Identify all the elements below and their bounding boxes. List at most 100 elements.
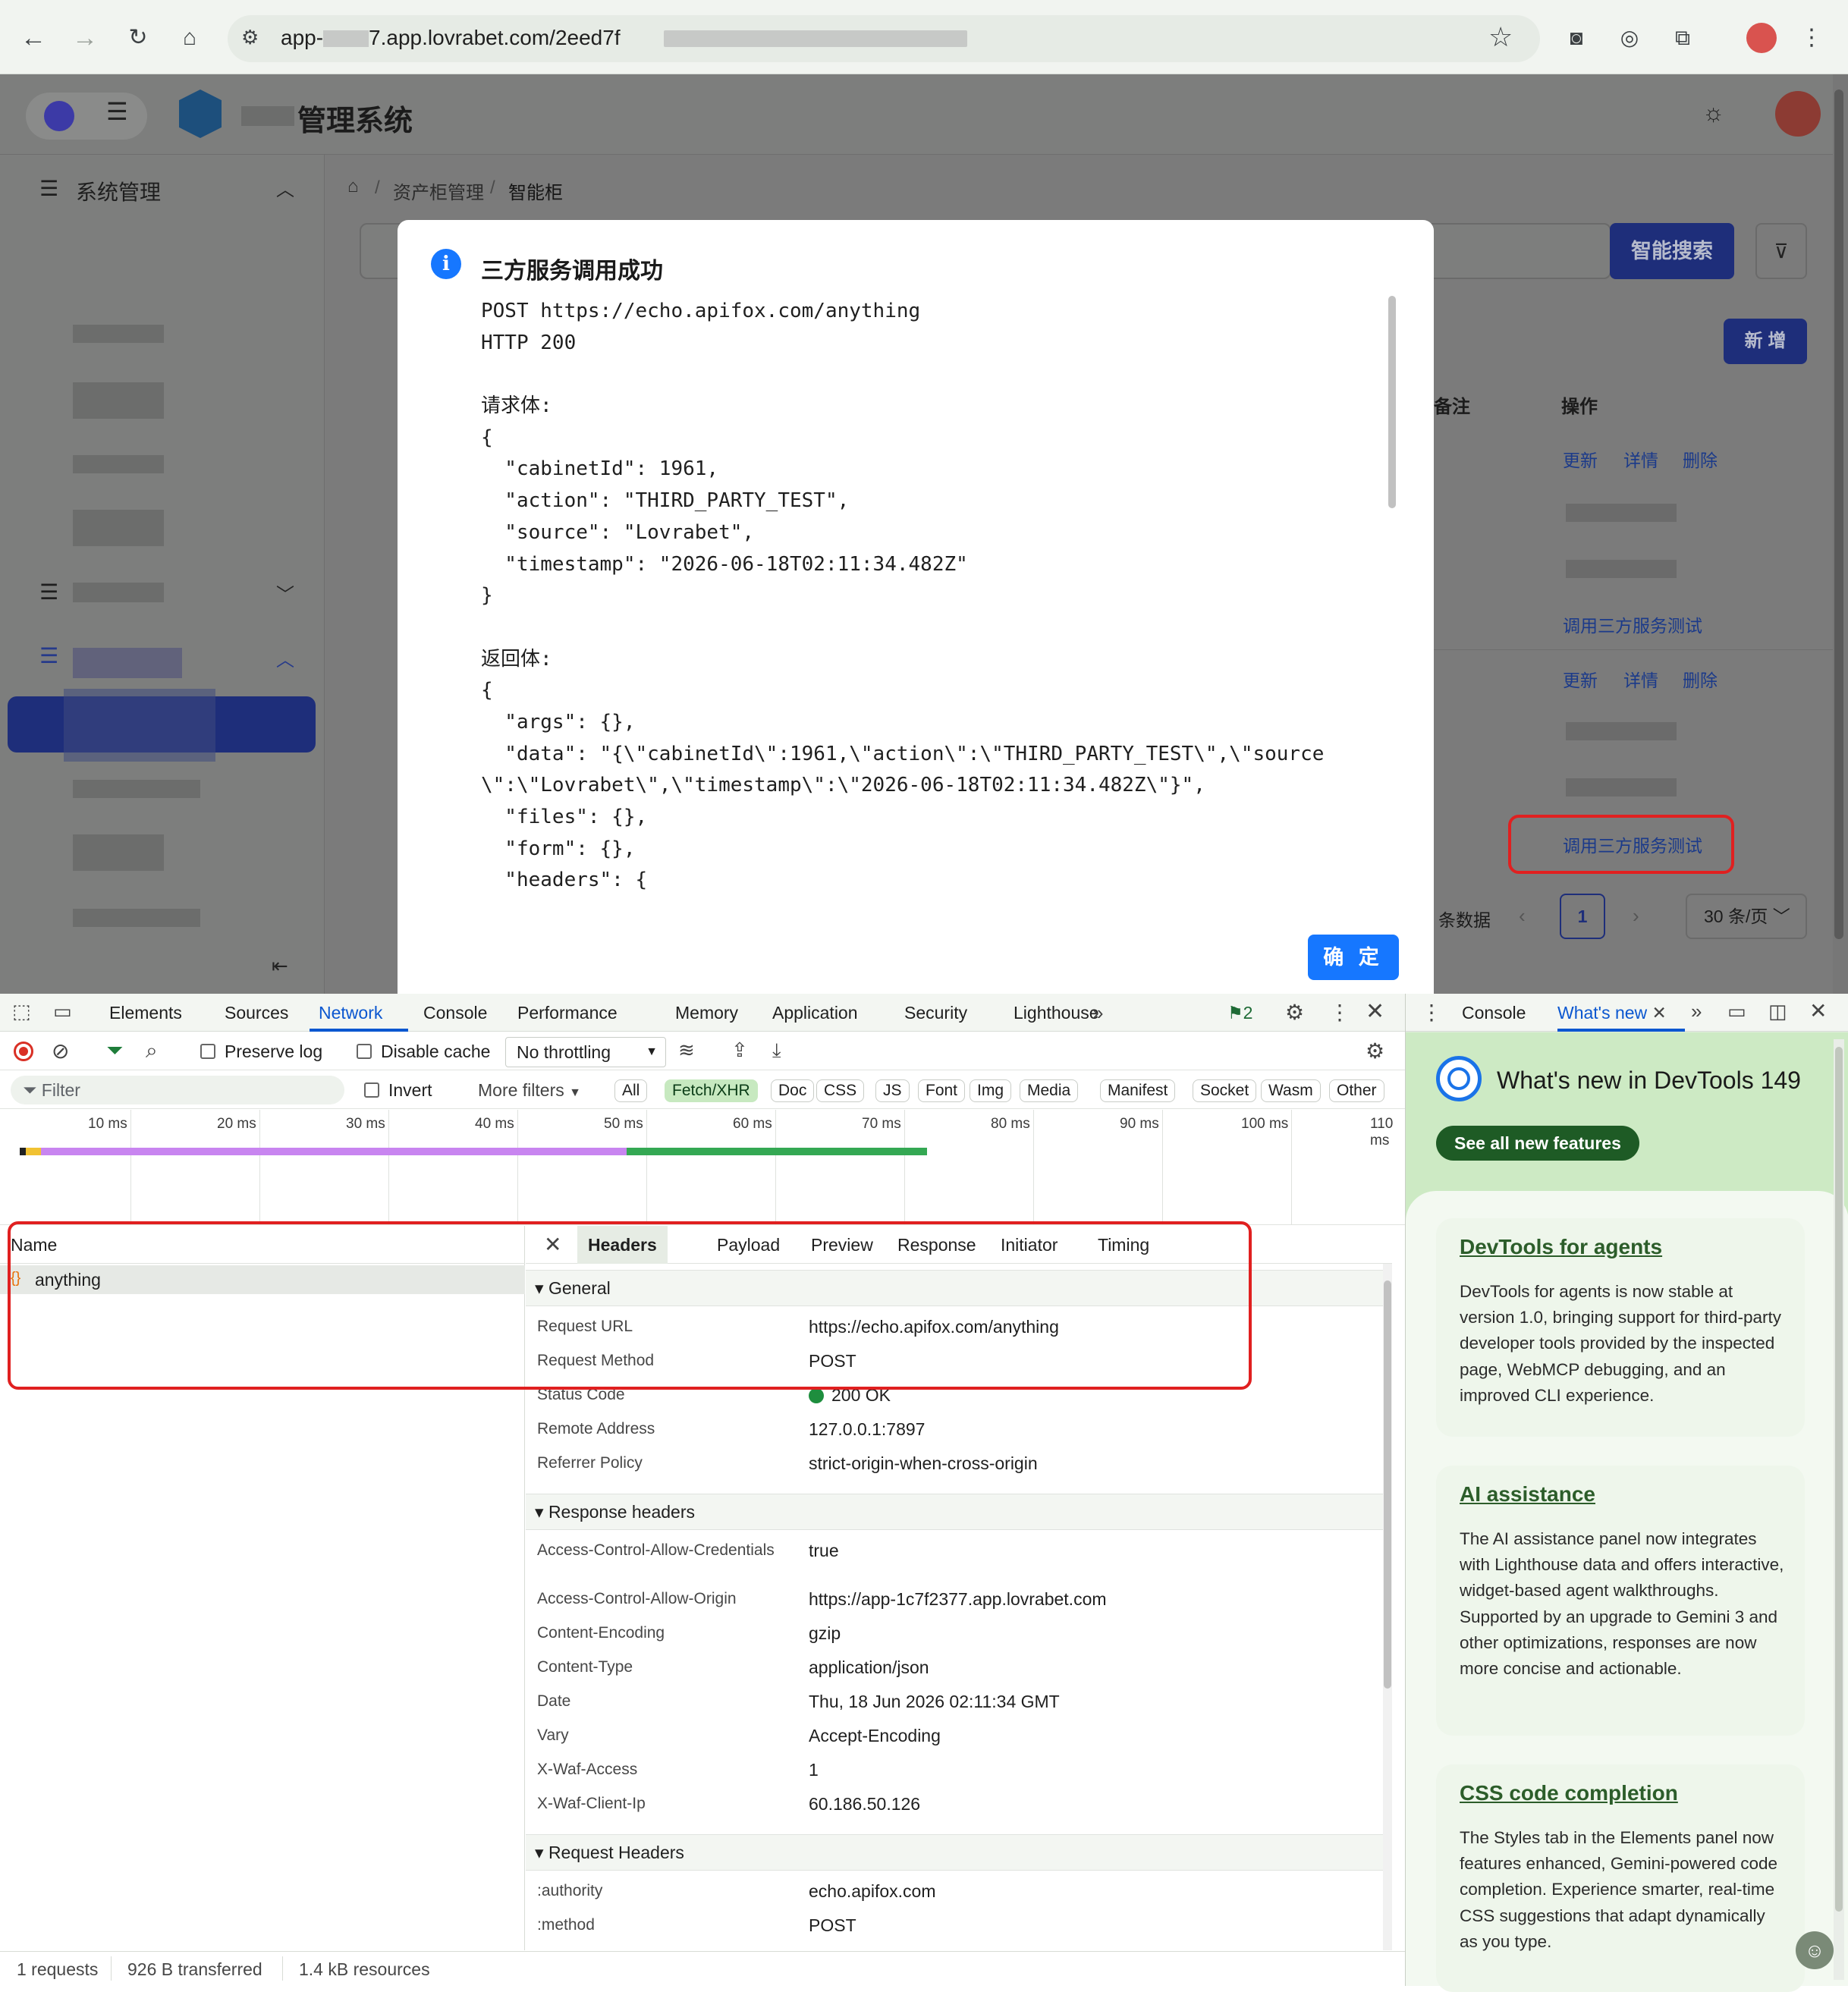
devtools-tab-elements[interactable]: Elements — [109, 1003, 182, 1023]
close-devtools-icon[interactable]: ✕ — [1366, 998, 1384, 1025]
header-value[interactable]: https://app-1c7f2377.app.lovrabet.com — [809, 1588, 1107, 1610]
sidebar-item[interactable] — [73, 780, 200, 798]
home-icon[interactable]: ⌂ — [173, 21, 206, 55]
profile-icon[interactable] — [1746, 23, 1777, 53]
add-button[interactable]: 新 增 — [1724, 319, 1807, 364]
feature-card-title[interactable]: AI assistance — [1460, 1482, 1595, 1507]
redacted-action[interactable] — [1566, 778, 1677, 796]
extension-icon[interactable]: ◎ — [1613, 21, 1646, 55]
redacted-action[interactable] — [1566, 560, 1677, 578]
header-value[interactable]: application/json — [809, 1656, 929, 1679]
type-filter-font[interactable]: Font — [918, 1079, 966, 1102]
type-filter-other[interactable]: Other — [1329, 1079, 1384, 1102]
star-icon[interactable]: ☆ — [1488, 21, 1513, 53]
header-value[interactable]: 1 — [809, 1758, 819, 1781]
puzzle-icon[interactable]: ⧉ — [1666, 21, 1699, 55]
update-link[interactable]: 更新 — [1563, 446, 1598, 472]
sidebar-section[interactable] — [73, 583, 164, 602]
devtools-tab-performance[interactable]: Performance — [517, 1003, 618, 1023]
detail-link[interactable]: 详情 — [1623, 666, 1658, 692]
modal-body[interactable]: POST https://echo.apifox.com/anything HTT… — [481, 296, 1391, 925]
detail-link[interactable]: 详情 — [1623, 446, 1658, 472]
type-filter-img[interactable]: Img — [970, 1079, 1012, 1102]
chevron-up-icon[interactable]: ︿ — [276, 645, 294, 671]
theme-icon[interactable]: ☼ — [1702, 99, 1724, 127]
drawer-tab-console[interactable]: Console — [1462, 1003, 1526, 1023]
devtools-tab-network[interactable]: Network — [319, 1003, 382, 1023]
collapse-icon[interactable]: ⇤ — [272, 954, 288, 978]
sidebar-item[interactable] — [73, 834, 164, 871]
sidebar-item[interactable] — [73, 325, 164, 343]
import-har-icon[interactable]: ⇪ — [731, 1038, 748, 1062]
disable-cache-checkbox[interactable] — [357, 1044, 372, 1059]
back-icon[interactable]: ← — [17, 21, 50, 55]
list-icon[interactable]: ☰ — [106, 97, 128, 126]
type-filter-manifest[interactable]: Manifest — [1100, 1079, 1176, 1102]
see-all-features-button[interactable]: See all new features — [1436, 1126, 1639, 1161]
header-value[interactable]: Thu, 18 Jun 2026 02:11:34 GMT — [809, 1690, 1060, 1713]
dock-side-icon[interactable]: ◫ — [1768, 1000, 1787, 1023]
devtools-tab-security[interactable]: Security — [904, 1003, 967, 1023]
more-tabs-icon[interactable]: » — [1092, 1001, 1103, 1025]
devtools-tab-lighthouse[interactable]: Lighthouse — [1014, 1003, 1099, 1023]
drawer-more-icon[interactable]: » — [1691, 1000, 1702, 1023]
filter-icon[interactable]: ⊽ — [1755, 223, 1807, 279]
sidebar-item[interactable] — [73, 510, 164, 546]
site-info-icon[interactable]: ⚙ — [241, 26, 259, 49]
type-filter-all[interactable]: All — [614, 1079, 648, 1102]
breadcrumb-item[interactable]: 资产柜管理 — [393, 178, 484, 204]
page-scrollbar-thumb[interactable] — [1834, 90, 1843, 939]
delete-link[interactable]: 删除 — [1683, 446, 1718, 472]
sidebar-section[interactable] — [73, 648, 182, 678]
redacted-action[interactable] — [1566, 504, 1677, 522]
header-value[interactable]: POST — [809, 1914, 856, 1937]
header-value[interactable]: /anything — [809, 1948, 879, 1950]
network-settings-icon[interactable]: ⚙ — [1366, 1038, 1384, 1064]
update-link[interactable]: 更新 — [1563, 666, 1598, 692]
filter-funnel-icon[interactable]: ⏷ — [106, 1038, 123, 1064]
confirm-button[interactable]: 确 定 — [1308, 935, 1399, 980]
clear-icon[interactable]: ⊘ — [52, 1038, 69, 1064]
network-conditions-icon[interactable]: ≋ — [678, 1038, 695, 1062]
feedback-icon[interactable]: ☺ — [1796, 1931, 1834, 1969]
kebab-icon[interactable]: ⋮ — [1329, 1000, 1350, 1025]
header-value[interactable]: true — [809, 1539, 839, 1562]
user-avatar[interactable] — [1775, 91, 1821, 137]
drawer-kebab-icon[interactable]: ⋮ — [1421, 1000, 1442, 1025]
settings-icon[interactable]: ⚙ — [1285, 1000, 1304, 1025]
call-third-party-link[interactable]: 调用三方服务测试 — [1563, 611, 1702, 637]
type-filter-wasm[interactable]: Wasm — [1261, 1079, 1321, 1102]
dock-bottom-icon[interactable]: ▭ — [1727, 1000, 1746, 1023]
chevron-down-icon[interactable]: ﹀ — [276, 580, 294, 606]
page-number[interactable]: 1 — [1560, 894, 1605, 939]
chevron-up-icon[interactable]: ︿ — [276, 174, 294, 201]
issues-badge[interactable]: ⚑2 — [1227, 1003, 1252, 1023]
redacted-action[interactable] — [1566, 722, 1677, 740]
invert-checkbox[interactable] — [364, 1082, 379, 1098]
header-value[interactable]: 127.0.0.1:7897 — [809, 1418, 925, 1441]
devtools-tab-console[interactable]: Console — [423, 1003, 487, 1023]
next-page-icon[interactable]: › — [1633, 904, 1639, 928]
header-value[interactable]: strict-origin-when-cross-origin — [809, 1452, 1038, 1475]
devtools-tab-memory[interactable]: Memory — [675, 1003, 738, 1023]
chat-icon[interactable] — [44, 101, 74, 131]
inspect-icon[interactable]: ⬚ — [12, 1000, 31, 1023]
record-icon[interactable] — [14, 1042, 33, 1061]
section-response-headers[interactable]: ▾ Response headers — [526, 1494, 1383, 1530]
header-value[interactable]: echo.apifox.com — [809, 1880, 935, 1902]
modal-scrollbar[interactable] — [1388, 296, 1396, 508]
forward-icon[interactable]: → — [68, 21, 102, 55]
breadcrumb-home-icon[interactable]: ⌂ — [347, 176, 359, 197]
type-filter-css[interactable]: CSS — [816, 1079, 865, 1102]
menu-icon[interactable]: ⋮ — [1795, 21, 1828, 55]
close-drawer-icon[interactable]: ✕ — [1809, 998, 1827, 1023]
devtools-tab-application[interactable]: Application — [772, 1003, 858, 1023]
sidebar-item[interactable] — [73, 909, 200, 927]
sidebar-item[interactable] — [73, 455, 164, 473]
address-bar[interactable]: ⚙ app- 7.app.lovrabet.com/2eed7f ☆ — [228, 15, 1540, 62]
sidebar-section-system[interactable]: 系统管理 — [76, 176, 161, 206]
close-tab-icon[interactable]: ✕ — [1652, 1003, 1667, 1023]
feature-card-title[interactable]: DevTools for agents — [1460, 1235, 1662, 1259]
export-har-icon[interactable]: ⤓ — [772, 1038, 781, 1063]
type-filter-socket[interactable]: Socket — [1193, 1079, 1257, 1102]
